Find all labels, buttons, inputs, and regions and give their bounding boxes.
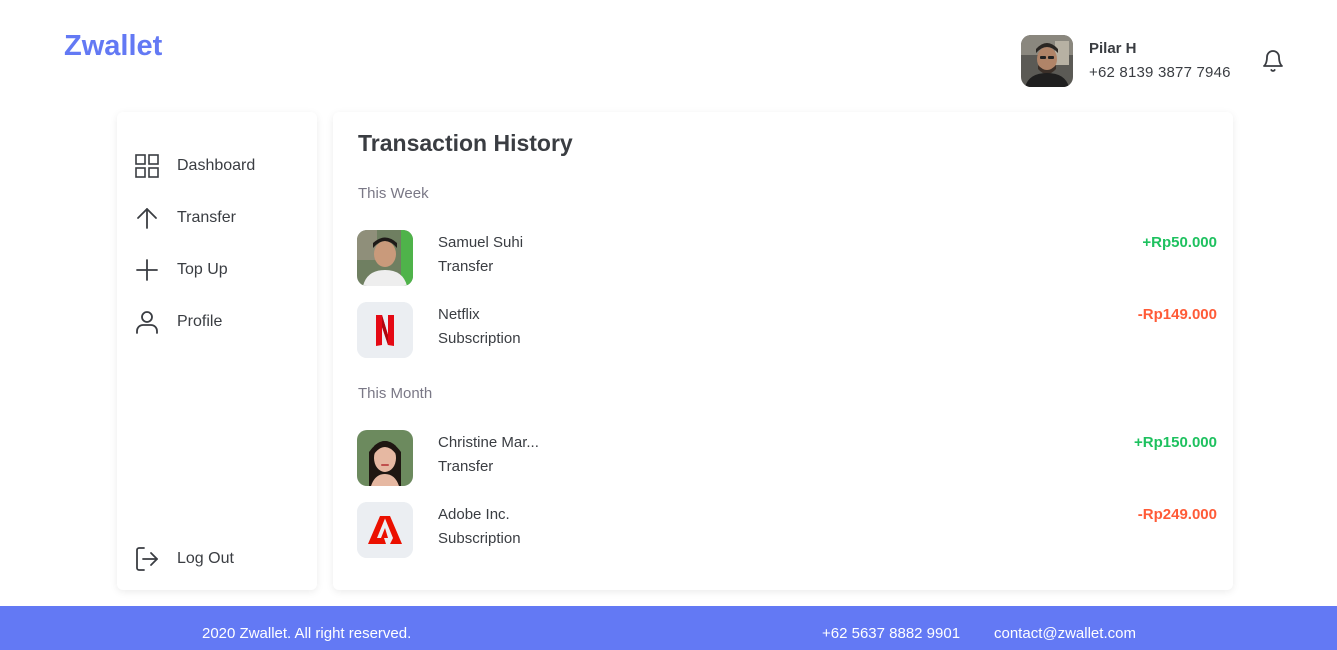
transaction-name: Netflix <box>438 306 480 323</box>
logout-button[interactable]: Log Out <box>133 544 303 574</box>
user-avatar[interactable] <box>1021 35 1073 87</box>
sidebar-item-dashboard[interactable]: Dashboard <box>133 151 303 181</box>
transaction-name: Christine Mar... <box>438 434 539 451</box>
bell-icon[interactable] <box>1261 48 1285 74</box>
person-photo <box>357 230 413 286</box>
user-avatar-photo <box>1021 35 1073 87</box>
person-photo <box>357 430 413 486</box>
transaction-name: Samuel Suhi <box>438 234 524 251</box>
transaction-type: Transfer <box>438 258 494 275</box>
sidebar-item-label: Profile <box>177 313 223 330</box>
transaction-amount: +Rp150.000 <box>1134 434 1217 451</box>
brand-logo[interactable]: Zwallet <box>64 30 162 63</box>
user-name: Pilar H <box>1089 40 1137 57</box>
section-label-this-month: This Month <box>358 385 433 402</box>
transaction-row[interactable]: Adobe Inc. Subscription -Rp249.000 <box>357 502 1217 558</box>
footer-email[interactable]: contact@zwallet.com <box>994 625 1136 642</box>
plus-icon <box>136 259 158 281</box>
sidebar: Dashboard Transfer Top Up Profile Log Ou… <box>117 112 317 590</box>
sidebar-item-profile[interactable]: Profile <box>133 307 303 337</box>
user-phone: +62 8139 3877 7946 <box>1089 64 1231 81</box>
footer-copyright: 2020 Zwallet. All right reserved. <box>202 625 412 642</box>
transaction-row[interactable]: Christine Mar... Transfer +Rp150.000 <box>357 430 1217 486</box>
sidebar-item-label: Dashboard <box>177 157 256 174</box>
grid-icon <box>135 154 159 178</box>
section-label-this-week: This Week <box>358 185 429 202</box>
footer-phone: +62 5637 8882 9901 <box>822 625 961 642</box>
transaction-name: Adobe Inc. <box>438 506 510 523</box>
arrow-up-icon <box>137 208 157 229</box>
transaction-row[interactable]: Netflix Subscription -Rp149.000 <box>357 302 1217 358</box>
footer: 2020 Zwallet. All right reserved. +62 56… <box>0 606 1337 650</box>
sidebar-item-label: Top Up <box>177 261 228 278</box>
top-header: Zwallet Pilar H +62 8139 3877 7946 <box>0 0 1337 105</box>
logout-icon <box>136 547 158 571</box>
adobe-logo <box>357 502 413 558</box>
transaction-amount: +Rp50.000 <box>1142 234 1217 251</box>
transaction-row[interactable]: Samuel Suhi Transfer +Rp50.000 <box>357 230 1217 286</box>
transaction-history-panel: Transaction History This Week Samuel Suh… <box>333 112 1233 590</box>
sidebar-item-label: Transfer <box>177 209 236 226</box>
sidebar-item-top-up[interactable]: Top Up <box>133 255 303 285</box>
transaction-type: Transfer <box>438 458 494 475</box>
transaction-amount: -Rp249.000 <box>1137 506 1217 523</box>
sidebar-item-transfer[interactable]: Transfer <box>133 203 303 233</box>
transaction-amount: -Rp149.000 <box>1137 306 1217 323</box>
transaction-type: Subscription <box>438 530 521 547</box>
user-icon <box>136 311 158 334</box>
logout-label: Log Out <box>177 550 234 567</box>
netflix-logo <box>357 302 413 358</box>
page-title: Transaction History <box>358 130 573 156</box>
transaction-type: Subscription <box>438 330 521 347</box>
